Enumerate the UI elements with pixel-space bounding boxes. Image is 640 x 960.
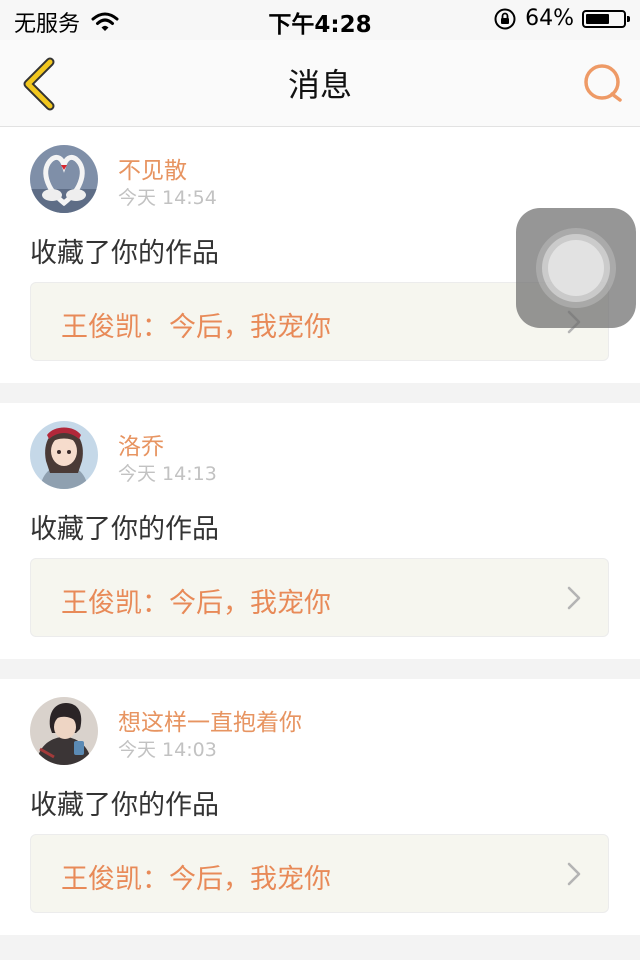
user-name[interactable]: 洛乔 <box>118 427 164 461</box>
work-title: 王俊凯：今后，我宠你 <box>61 864 331 895</box>
timestamp: 今天 14:13 <box>118 463 217 485</box>
anime-girl-avatar-icon <box>30 421 98 489</box>
message-card: 洛乔 今天 14:13 收藏了你的作品 王俊凯：今后，我宠你 <box>0 403 640 659</box>
battery-icon <box>582 9 630 28</box>
work-link[interactable]: 王俊凯：今后，我宠你 <box>30 558 609 637</box>
message-card: 想这样一直抱着你 今天 14:03 收藏了你的作品 王俊凯：今后，我宠你 <box>0 679 640 935</box>
user-avatar[interactable] <box>30 697 98 765</box>
timestamp: 今天 14:03 <box>118 739 217 761</box>
status-right: 64% <box>493 6 630 31</box>
swan-heart-avatar-icon <box>30 145 98 213</box>
action-text: 收藏了你的作品 <box>30 514 219 545</box>
search-button[interactable] <box>580 60 626 106</box>
chevron-right-icon <box>567 586 581 610</box>
status-bar: 无服务 下午4:28 64% <box>0 0 640 40</box>
chevron-right-icon <box>567 862 581 886</box>
user-name[interactable]: 不见散 <box>118 151 187 185</box>
work-title: 王俊凯：今后，我宠你 <box>61 312 331 343</box>
work-title: 王俊凯：今后，我宠你 <box>61 588 331 619</box>
action-text: 收藏了你的作品 <box>30 790 219 821</box>
search-icon <box>584 64 622 102</box>
orientation-lock-icon <box>494 8 516 29</box>
work-link[interactable]: 王俊凯：今后，我宠你 <box>30 834 609 913</box>
battery-fill <box>586 13 609 24</box>
timestamp: 今天 14:54 <box>118 187 217 209</box>
anime-boy-avatar-icon <box>30 697 98 765</box>
assistive-touch-button[interactable] <box>516 208 636 328</box>
assistive-touch-core <box>548 240 604 296</box>
page-title: 消息 <box>287 66 352 104</box>
nav-bar: 消息 <box>0 40 640 127</box>
action-text: 收藏了你的作品 <box>30 238 219 269</box>
user-avatar[interactable] <box>30 145 98 213</box>
battery-percent: 64% <box>525 6 574 31</box>
user-name[interactable]: 想这样一直抱着你 <box>118 703 302 737</box>
user-avatar[interactable] <box>30 421 98 489</box>
